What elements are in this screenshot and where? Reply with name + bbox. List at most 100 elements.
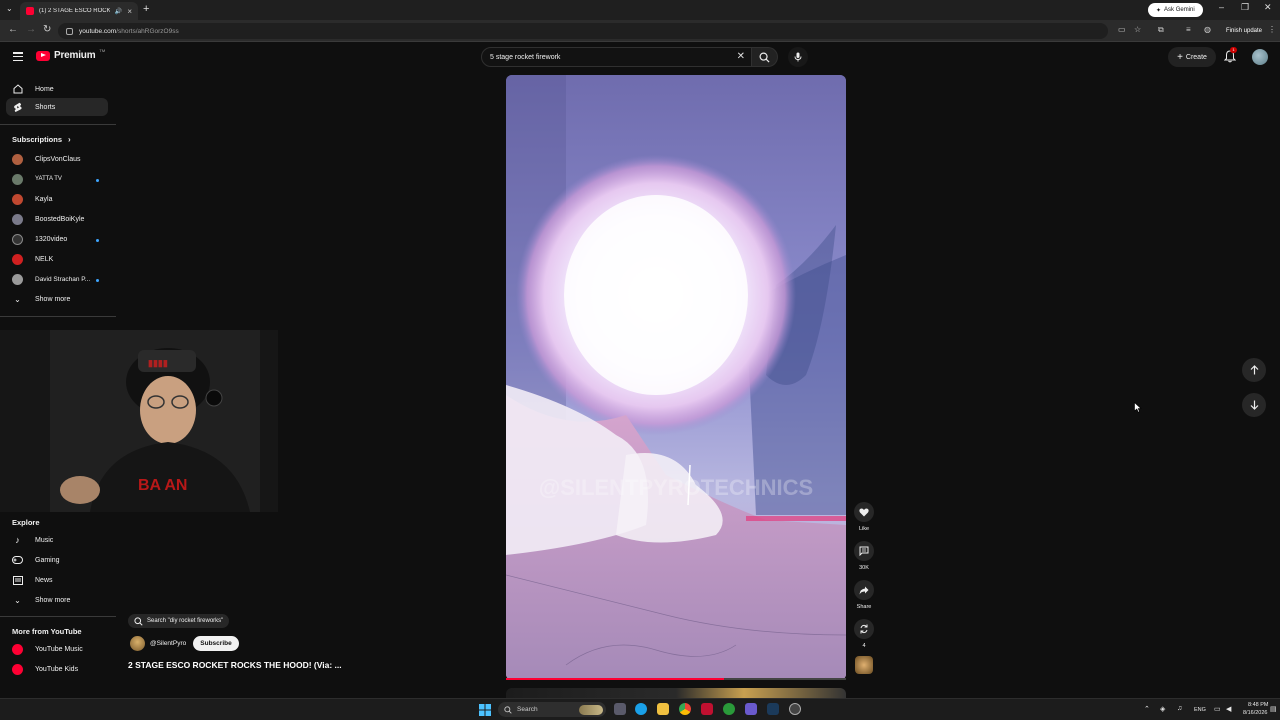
windows-start-icon[interactable] [479,704,491,716]
subscriptions-heading[interactable]: Subscriptions › [12,135,71,144]
notification-center-icon[interactable]: ▤ [1270,705,1277,713]
remix-button[interactable] [854,619,874,639]
tab-list-chevron-icon[interactable]: ⌄ [6,4,13,13]
search-input[interactable]: 5 stage rocket firework ✕ [481,47,752,67]
sidebar-item-youtube-music[interactable]: YouTube Music [6,640,108,658]
new-content-dot [96,239,99,242]
forward-icon[interactable]: → [26,24,36,35]
tab-audio-icon[interactable]: 🔊 [115,8,122,15]
minimize-window-icon[interactable]: – [1219,2,1224,12]
account-avatar[interactable] [1252,49,1268,65]
tray-microphone-icon[interactable]: ♫ [1177,705,1182,712]
adobe-icon[interactable] [701,703,713,715]
guide-menu-icon[interactable] [13,52,23,61]
like-action[interactable]: Like [853,502,875,532]
youtube-premium-logo[interactable]: Premium TM [36,48,105,61]
music-icon: ♪ [15,535,20,545]
tray-app-icon[interactable]: ◈ [1160,705,1165,713]
sound-thumbnail[interactable] [855,656,873,674]
browser-tab-youtube[interactable]: (1) 2 STAGE ESCO ROCKET F 🔊 × [20,2,138,20]
short-title[interactable]: 2 STAGE ESCO ROCKET ROCKS THE HOOD! (Via… [128,660,342,670]
url-host: youtube.com [79,27,117,35]
language-indicator[interactable]: ENG [1194,707,1206,713]
extensions-icon[interactable]: ⧉ [1158,25,1164,35]
media-controls-icon[interactable]: ≡ [1186,25,1191,34]
notifications-button[interactable]: 1 [1223,47,1237,68]
show-more-label: Show more [35,596,71,604]
sidebar-item-label: YouTube Kids [35,665,79,673]
comments-count: 30K [859,565,869,571]
task-view-icon[interactable] [614,703,626,715]
sidebar-item-gaming[interactable]: Gaming [6,551,108,569]
video-progress-fill [506,678,724,680]
subscription-item[interactable]: YATTA TV [6,170,108,188]
sidebar-item-label: Shorts [35,103,56,111]
video-progress-bar[interactable] [506,678,846,680]
subscription-item[interactable]: David Strachan P... [6,270,108,288]
close-window-icon[interactable]: ✕ [1264,2,1272,13]
ask-gemini-button[interactable]: ✦ Ask Gemini [1148,3,1203,17]
comments-action[interactable]: 30K [853,541,875,571]
subscription-item[interactable]: BoostedBoiKyle [6,210,108,228]
restore-window-icon[interactable]: ❐ [1241,2,1249,13]
site-info-icon[interactable] [66,27,73,35]
subscriptions-show-more[interactable]: ⌄ Show more [6,290,108,308]
browser-menu-icon[interactable]: ⋮ [1268,25,1276,34]
sidebar-item-music[interactable]: ♪ Music [6,531,108,549]
profile-icon[interactable]: ◍ [1204,25,1211,34]
taskbar-date[interactable]: 8/16/2026 [1243,710,1267,716]
channel-name[interactable]: @SilentPyro [150,640,186,647]
sidebar-item-youtube-kids[interactable]: YouTube Kids [6,660,108,678]
back-icon[interactable]: ← [8,24,18,35]
subscription-item[interactable]: NELK [6,250,108,268]
next-short-preview[interactable] [506,688,846,698]
arrow-up-icon [1250,365,1258,375]
previous-short-button[interactable] [1242,358,1266,382]
reload-icon[interactable]: ↻ [43,24,51,35]
tray-overflow-icon[interactable]: ⌃ [1144,705,1150,713]
share-button[interactable] [854,580,874,600]
comments-button[interactable] [854,541,874,561]
search-button[interactable] [752,47,778,67]
subscription-item[interactable]: ClipsVonClaus [6,150,108,168]
explore-show-more[interactable]: ⌄ Show more [6,591,108,609]
browser-address-bar: ← → ↻ youtube.com/shorts/ahRGorzO9ss ▭ ☆… [0,20,1280,42]
channel-avatar [12,233,23,245]
related-search-chip[interactable]: Search "diy rocket fireworks" [128,614,230,628]
subscription-label: 1320video [35,235,68,243]
taskbar-time[interactable]: 8:48 PM [1248,702,1268,708]
sidebar-item-shorts[interactable]: Shorts [6,98,108,116]
subscribe-button[interactable]: Subscribe [193,636,239,651]
volume-icon[interactable]: ◀ [1226,705,1231,713]
share-action[interactable]: Share [853,580,875,610]
subscription-item[interactable]: 1320video [6,230,108,248]
sidebar-item-home[interactable]: Home [6,80,108,98]
network-icon[interactable]: ▭ [1214,705,1221,713]
steam-icon[interactable] [767,703,779,715]
clear-search-icon[interactable]: ✕ [737,51,745,62]
create-button[interactable]: + Create [1168,47,1216,67]
subscription-item[interactable]: Kayla [6,190,108,208]
finish-update-button[interactable]: Finish update [1222,25,1266,37]
file-explorer-icon[interactable] [657,703,669,715]
channel-avatar[interactable] [130,636,145,651]
logo-text: Premium [54,50,96,61]
chrome-icon[interactable] [679,703,691,715]
sidebar-item-news[interactable]: News [6,571,108,589]
cast-icon[interactable]: ▭ [1118,25,1126,34]
xbox-icon[interactable] [723,703,735,715]
short-video-player[interactable]: @SILENTPYROTECHNICS [506,75,846,680]
like-button[interactable] [854,502,874,522]
remix-action[interactable]: 4 [853,619,875,649]
taskbar-search-input[interactable]: Search [498,702,606,717]
new-tab-icon[interactable]: + [143,3,149,15]
url-input[interactable]: youtube.com/shorts/ahRGorzO9ss [58,23,1108,39]
new-content-dot [96,279,99,282]
edge-icon[interactable] [635,703,647,715]
discord-icon[interactable] [745,703,757,715]
next-short-button[interactable] [1242,393,1266,417]
close-tab-icon[interactable]: × [127,7,132,16]
bookmark-star-icon[interactable]: ☆ [1134,25,1141,34]
voice-search-button[interactable] [788,47,808,67]
obs-icon[interactable] [789,703,801,715]
